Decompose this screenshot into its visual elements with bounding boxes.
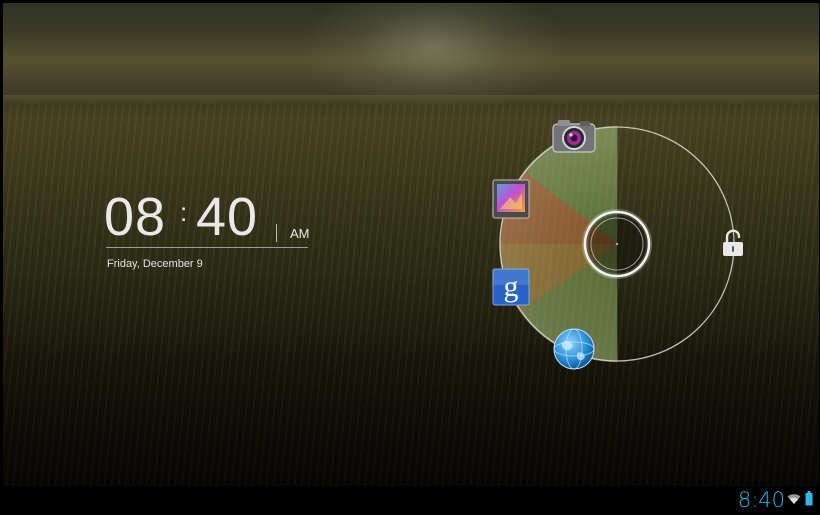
status-clock: 8:40	[737, 488, 785, 512]
wifi-icon	[787, 494, 801, 504]
gallery-icon[interactable]	[492, 179, 530, 219]
google-glyph: g	[504, 270, 519, 303]
globe-icon[interactable]	[552, 327, 596, 371]
camera-icon[interactable]	[551, 116, 597, 156]
lock-open-icon[interactable]	[720, 228, 746, 258]
system-status-bar: 8:40	[3, 486, 819, 515]
google-icon[interactable]: g	[492, 268, 530, 306]
battery-icon	[805, 491, 813, 506]
unlock-ring[interactable]	[0, 0, 820, 515]
